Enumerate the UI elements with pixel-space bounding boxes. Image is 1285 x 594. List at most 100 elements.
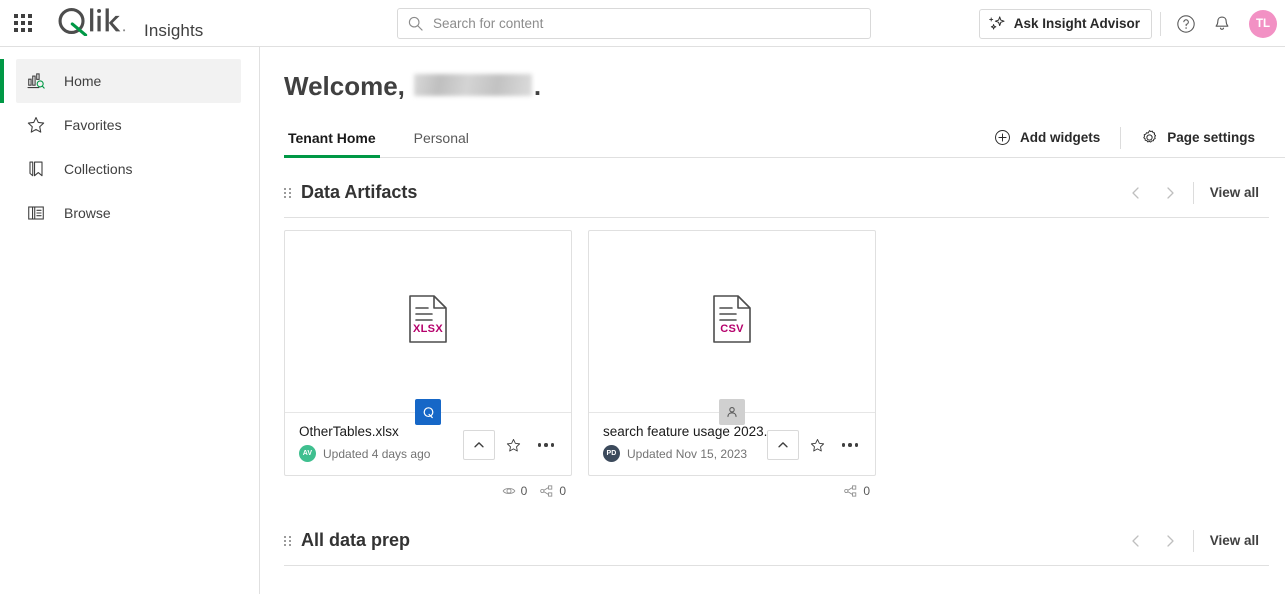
chevron-left-icon: [1132, 534, 1139, 547]
card-updated-text: Updated Nov 15, 2023: [627, 446, 748, 461]
document-icon: [713, 295, 751, 343]
content-card[interactable]: CSV search feature usage 2023. PD Update…: [588, 230, 876, 476]
top-navigation-bar: Insights Ask Insight Advisor: [0, 0, 1285, 47]
expand-card-button[interactable]: [767, 430, 799, 460]
space-badge: [415, 399, 441, 425]
product-name: Insights: [144, 20, 204, 40]
card-thumbnail: CSV: [589, 231, 875, 425]
search-input[interactable]: [433, 16, 860, 31]
lineage-count: 0: [559, 484, 566, 498]
help-button[interactable]: [1169, 7, 1203, 41]
card-stats: 0 0: [284, 476, 572, 506]
favorite-button[interactable]: [802, 430, 832, 460]
favorite-button[interactable]: [498, 430, 528, 460]
app-launcher-button[interactable]: [0, 0, 46, 47]
sidebar-item-collections[interactable]: Collections: [16, 147, 241, 191]
section-divider: [1192, 529, 1194, 552]
owner-avatar: AV: [299, 445, 316, 462]
section-all-data-prep: All data prep View all: [284, 516, 1285, 566]
welcome-prefix: Welcome,: [284, 71, 405, 101]
global-search[interactable]: [397, 8, 871, 39]
file-extension-label: XLSX: [413, 323, 443, 335]
brand[interactable]: Insights: [46, 6, 203, 41]
owner-avatar: PD: [603, 445, 620, 462]
page-tabs: Tenant Home Personal Add widgets Page se…: [284, 122, 1285, 158]
tab-personal[interactable]: Personal: [410, 130, 473, 158]
welcome-suffix: .: [533, 71, 542, 101]
owner-initials: AV: [302, 450, 313, 457]
user-avatar-initials: TL: [1255, 17, 1271, 30]
toolbar-divider: [1160, 11, 1161, 36]
add-widgets-label: Add widgets: [1019, 130, 1101, 145]
qlik-space-icon: [423, 406, 433, 418]
sidebar-item-favorites[interactable]: Favorites: [16, 103, 241, 147]
sidebar-item-home[interactable]: Home: [0, 59, 241, 103]
carousel-next-button[interactable]: [1153, 526, 1187, 556]
card-grid: XLSX OtherTables.xlsx AV Updated 4 days …: [284, 218, 1269, 506]
carousel-next-button[interactable]: [1153, 178, 1187, 208]
carousel-prev-button[interactable]: [1119, 526, 1153, 556]
page-settings-button[interactable]: Page settings: [1127, 125, 1269, 150]
bookmark-icon: [29, 161, 43, 177]
card-stats: 0: [588, 476, 876, 506]
carousel-prev-button[interactable]: [1119, 178, 1153, 208]
grid-icon: [14, 14, 32, 32]
drag-handle-icon[interactable]: [284, 535, 291, 546]
section-title: All data prep: [301, 530, 411, 550]
top-bar-actions: Ask Insight Advisor TL: [978, 0, 1277, 47]
sparkle-icon: [988, 16, 1005, 30]
lineage-stat: 0: [539, 484, 566, 498]
gear-icon: [1143, 130, 1157, 143]
card-title[interactable]: OtherTables.xlsx: [299, 424, 463, 439]
chevron-right-icon: [1167, 186, 1174, 199]
person-icon: [727, 407, 737, 418]
expand-card-button[interactable]: [463, 430, 495, 460]
more-options-button[interactable]: [835, 430, 865, 460]
main-content: Welcome, . Tenant Home Personal Add widg…: [260, 47, 1285, 594]
views-stat: 0: [502, 484, 527, 498]
card-actions: [463, 430, 561, 460]
search-icon: [408, 16, 423, 31]
chevron-up-icon: [778, 442, 788, 448]
notifications-button[interactable]: [1205, 7, 1239, 41]
more-options-button[interactable]: [531, 430, 561, 460]
lineage-icon: [844, 485, 857, 497]
view-all-button[interactable]: View all: [1200, 181, 1269, 204]
star-icon: [506, 438, 520, 451]
star-icon: [27, 117, 45, 133]
ask-insight-advisor-button[interactable]: Ask Insight Advisor: [978, 8, 1152, 39]
drag-handle-icon[interactable]: [284, 187, 291, 198]
section-header: All data prep View all: [284, 516, 1269, 566]
user-avatar[interactable]: TL: [1249, 9, 1277, 38]
home-insights-icon: [27, 73, 45, 89]
ellipsis-icon: [537, 443, 555, 447]
plus-circle-icon: [995, 130, 1010, 145]
view-all-button[interactable]: View all: [1200, 529, 1269, 552]
add-widgets-button[interactable]: Add widgets: [980, 125, 1114, 150]
tab-tenant-home[interactable]: Tenant Home: [284, 130, 380, 158]
lineage-stat: 0: [843, 484, 870, 498]
ask-insight-advisor-label: Ask Insight Advisor: [1013, 16, 1140, 31]
card-thumbnail: XLSX: [285, 231, 571, 425]
sidebar: Home Favorites Collections Browse: [0, 47, 260, 594]
document-icon: [409, 295, 447, 343]
section-header: Data Artifacts View all: [284, 168, 1269, 218]
section-actions: View all: [1119, 526, 1269, 556]
owner-initials: PD: [606, 450, 617, 457]
card-meta: search feature usage 2023.csv PD Updated…: [603, 424, 767, 462]
card-title[interactable]: search feature usage 2023.csv: [603, 424, 767, 439]
eye-icon: [502, 488, 515, 494]
page-settings-label: Page settings: [1167, 130, 1255, 145]
card-container: XLSX OtherTables.xlsx AV Updated 4 days …: [284, 230, 572, 506]
sidebar-item-browse[interactable]: Browse: [16, 191, 241, 235]
file-icon: XLSX: [408, 294, 448, 349]
file-icon: CSV: [712, 294, 752, 349]
chevron-right-icon: [1167, 534, 1174, 547]
star-icon: [810, 438, 824, 451]
content-card[interactable]: XLSX OtherTables.xlsx AV Updated 4 days …: [284, 230, 572, 476]
lineage-icon: [540, 485, 553, 497]
sidebar-item-label: Home: [64, 73, 102, 89]
ellipsis-icon: [841, 443, 859, 447]
section-title: Data Artifacts: [301, 182, 418, 202]
redacted-user-name: [413, 74, 532, 96]
